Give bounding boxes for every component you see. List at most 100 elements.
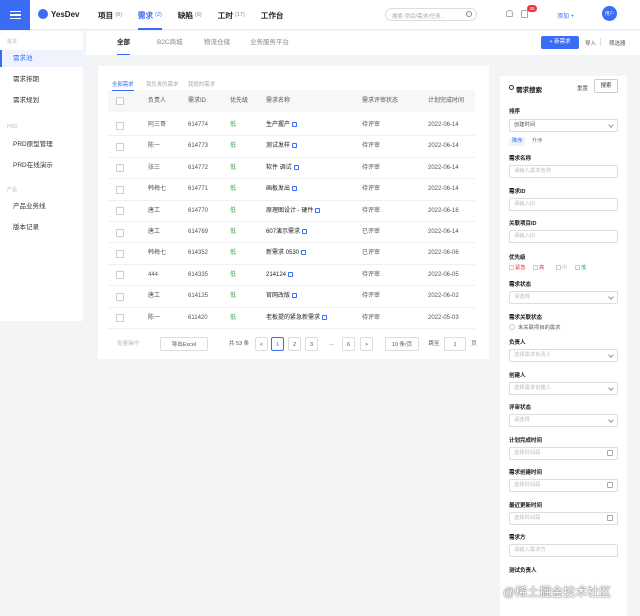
option-checkbox[interactable] bbox=[575, 264, 580, 270]
filter-search-button[interactable]: 搜索 bbox=[594, 79, 618, 93]
todo-icon[interactable] bbox=[521, 10, 528, 18]
menu-icon[interactable] bbox=[0, 0, 30, 30]
related-option[interactable]: 未关联项目的需求 bbox=[509, 323, 560, 331]
detail-icon[interactable] bbox=[288, 271, 294, 277]
req-name[interactable]: 214124 bbox=[266, 265, 294, 286]
sort-asc-button[interactable]: 升序 bbox=[532, 137, 542, 146]
row-checkbox[interactable] bbox=[116, 207, 124, 216]
jump-input[interactable]: 1 bbox=[444, 337, 466, 351]
search-icon[interactable] bbox=[466, 11, 472, 17]
row-checkbox[interactable] bbox=[116, 249, 124, 258]
option-checkbox[interactable] bbox=[533, 264, 538, 270]
sort-desc-button[interactable]: 降序 bbox=[509, 137, 526, 146]
req-name[interactable]: 软件 调试 bbox=[266, 158, 299, 179]
detail-icon[interactable] bbox=[292, 143, 298, 149]
nav-item-0[interactable]: 项目 (8) bbox=[98, 0, 122, 30]
prev-page-button[interactable]: < bbox=[255, 337, 268, 351]
table-row[interactable]: 444 614335 低 214124 待评审 2022-06-05 bbox=[108, 265, 475, 287]
global-search-input[interactable]: 搜索 项目/需求/任务... bbox=[385, 8, 477, 21]
req-name[interactable]: 607演示需求 bbox=[266, 222, 308, 243]
detail-icon[interactable] bbox=[322, 314, 328, 320]
app-logo[interactable]: YesDev bbox=[38, 9, 79, 19]
table-row[interactable]: 韩梅七 614771 低 画板发出 待评审 2022-06-14 bbox=[108, 179, 475, 201]
tab-1[interactable]: B2C商城 bbox=[157, 31, 183, 55]
filter-input[interactable]: 选择时间段 bbox=[509, 446, 618, 460]
tab-2[interactable]: 物流仓储 bbox=[204, 31, 230, 55]
nav-item-4[interactable]: 工作台 bbox=[261, 0, 286, 30]
option-checkbox[interactable] bbox=[509, 264, 514, 270]
table-row[interactable]: 阿三哥 614774 低 生产握产 待评审 2022-06-14 bbox=[108, 115, 475, 137]
nav-item-3[interactable]: 工时 (17) bbox=[218, 0, 245, 30]
page-0[interactable]: 1 bbox=[271, 337, 284, 351]
nav-item-2[interactable]: 缺陷 (6) bbox=[178, 0, 202, 30]
page-2[interactable]: 3 bbox=[305, 337, 318, 351]
batch-action-select[interactable]: 批量操作 bbox=[108, 337, 148, 351]
row-checkbox[interactable] bbox=[116, 314, 124, 323]
nav-item-1[interactable]: 需求 (2) bbox=[137, 0, 162, 30]
avatar[interactable]: 用户 bbox=[602, 6, 617, 21]
row-checkbox[interactable] bbox=[116, 271, 124, 280]
table-row[interactable]: 唐工 614769 低 607演示需求 已评审 2022-06-14 bbox=[108, 222, 475, 244]
req-name[interactable]: 官网改版 bbox=[266, 286, 298, 307]
detail-icon[interactable] bbox=[302, 228, 308, 234]
export-excel-button[interactable]: 导出Excel bbox=[160, 337, 208, 351]
req-name[interactable]: 新需求 0530 bbox=[266, 243, 307, 264]
detail-icon[interactable] bbox=[293, 164, 299, 170]
sidebar-item[interactable]: 版本记录 bbox=[0, 219, 83, 236]
priority-option[interactable]: 低 bbox=[575, 263, 586, 271]
subtab-0[interactable]: 全部需求 bbox=[112, 80, 134, 91]
row-checkbox[interactable] bbox=[116, 121, 124, 130]
filter-input[interactable]: 请输入需求名称 bbox=[509, 165, 618, 178]
req-name[interactable]: 生产握产 bbox=[266, 115, 298, 136]
detail-icon[interactable] bbox=[292, 121, 298, 127]
row-checkbox[interactable] bbox=[116, 292, 124, 301]
subtab-2[interactable]: 我提的需求 bbox=[188, 80, 215, 88]
filter-input[interactable]: 请输入需求方 bbox=[509, 544, 618, 557]
detail-icon[interactable] bbox=[292, 293, 298, 299]
sidebar-item[interactable]: 需求规划 bbox=[0, 92, 83, 109]
req-name[interactable]: 原理图设计 - 硬件 bbox=[266, 201, 321, 222]
sidebar-item[interactable]: 需求排期 bbox=[0, 71, 83, 88]
new-requirement-button[interactable]: + 新需求 bbox=[541, 36, 579, 49]
sort-select[interactable]: 创建时间 bbox=[509, 119, 618, 132]
add-new-button[interactable]: 添加 + bbox=[557, 11, 574, 20]
tab-3[interactable]: 业务服务平台 bbox=[250, 31, 289, 55]
priority-option[interactable]: 中 bbox=[556, 263, 567, 271]
option-checkbox[interactable] bbox=[509, 324, 515, 330]
row-checkbox[interactable] bbox=[116, 164, 124, 173]
table-row[interactable]: 唐工 614125 低 官网改版 待评审 2022-06-02 bbox=[108, 286, 475, 308]
table-row[interactable]: 陈一 611420 低 老板提的紧急新需求 待评审 2022-05-03 bbox=[108, 308, 475, 329]
row-checkbox[interactable] bbox=[116, 228, 124, 237]
table-row[interactable]: 张三 614772 低 软件 调试 待评审 2022-06-14 bbox=[108, 158, 475, 180]
filter-input[interactable]: 请选择 bbox=[509, 414, 618, 427]
sidebar-item[interactable]: 产品业务线 bbox=[0, 198, 83, 215]
sidebar-item[interactable]: PRD在线演示 bbox=[0, 157, 83, 174]
priority-option[interactable]: 高 bbox=[533, 263, 544, 271]
req-name[interactable]: 老板提的紧急新需求 bbox=[266, 308, 328, 329]
filter-input[interactable]: 请输入ID bbox=[509, 197, 618, 211]
row-checkbox[interactable] bbox=[116, 142, 124, 151]
select-all-checkbox[interactable] bbox=[116, 97, 124, 105]
subtab-1[interactable]: 我负责的需求 bbox=[146, 80, 178, 88]
filter-input[interactable]: 选择需求负责人 bbox=[509, 349, 618, 362]
next-page-button[interactable]: > bbox=[360, 337, 373, 351]
filter-input[interactable]: 选择时间段 bbox=[509, 511, 618, 525]
detail-icon[interactable] bbox=[292, 186, 298, 192]
detail-icon[interactable] bbox=[315, 207, 321, 213]
filter-input[interactable]: 请输入ID bbox=[509, 230, 618, 243]
page-4[interactable]: 6 bbox=[342, 337, 355, 351]
filter-reset-button[interactable]: 重置 bbox=[577, 84, 588, 92]
priority-option[interactable]: 紧急 bbox=[509, 263, 526, 271]
req-name[interactable]: 测试发样 bbox=[266, 136, 298, 157]
option-checkbox[interactable] bbox=[556, 264, 561, 270]
import-button[interactable]: 导入 bbox=[585, 39, 596, 47]
row-checkbox[interactable] bbox=[116, 185, 124, 194]
tab-0[interactable]: 全部 bbox=[117, 31, 130, 55]
table-row[interactable]: 韩梅七 614352 低 新需求 0530 已评审 2022-06-06 bbox=[108, 243, 475, 265]
filter-input[interactable]: 选择时间段 bbox=[509, 479, 618, 492]
sidebar-item[interactable]: 需求池 bbox=[0, 50, 83, 67]
page-1[interactable]: 2 bbox=[288, 337, 301, 351]
req-name[interactable]: 画板发出 bbox=[266, 179, 298, 200]
table-row[interactable]: 陈一 614773 低 测试发样 待评审 2022-06-14 bbox=[108, 136, 475, 158]
filter-button[interactable]: 筛选器 bbox=[609, 39, 626, 47]
